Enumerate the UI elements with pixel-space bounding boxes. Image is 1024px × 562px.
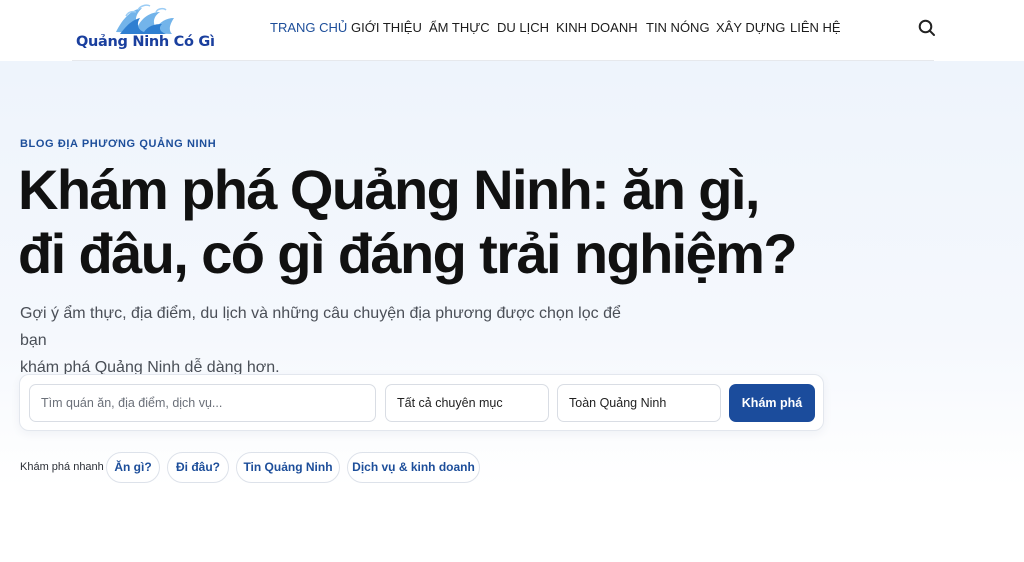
nav-item-du-lich[interactable]: DU LỊCH <box>497 20 549 35</box>
search-panel: Tất cả chuyên mục Toàn Quảng Ninh Khám p… <box>19 374 824 431</box>
search-input[interactable] <box>29 384 376 422</box>
area-select[interactable]: Toàn Quảng Ninh <box>557 384 721 422</box>
logo-text: Quảng Ninh Có Gì <box>76 34 215 50</box>
chip-dich-vu-kinh-doanh[interactable]: Dịch vụ & kinh doanh <box>347 452 480 483</box>
hero-headline-line-1: Khám phá Quảng Ninh: ăn gì, <box>18 158 760 221</box>
site-logo[interactable]: Quảng Ninh Có Gì <box>76 2 218 54</box>
wave-logo-icon <box>116 4 174 34</box>
hero-kicker: BLOG ĐỊA PHƯƠNG QUẢNG NINH <box>20 138 217 150</box>
nav-item-trang-chu[interactable]: TRANG CHỦ <box>270 20 347 35</box>
hero-lead: Gợi ý ẩm thực, địa điểm, du lịch và nhữn… <box>20 300 640 381</box>
header-search-button[interactable] <box>917 18 937 38</box>
nav-item-tin-nong[interactable]: TIN NÓNG <box>646 20 710 35</box>
quick-explore-label: Khám phá nhanh <box>20 461 104 473</box>
chip-an-gi[interactable]: Ăn gì? <box>106 452 160 483</box>
category-select[interactable]: Tất cả chuyên mục <box>385 384 549 422</box>
site-header: Quảng Ninh Có Gì TRANG CHỦ GIỚI THIỆU ẨM… <box>0 0 1024 60</box>
nav-item-am-thuc[interactable]: ẨM THỰC <box>429 20 490 35</box>
nav-item-gioi-thieu[interactable]: GIỚI THIỆU <box>351 20 422 35</box>
chip-tin-quang-ninh[interactable]: Tin Quảng Ninh <box>236 452 340 483</box>
hero-lead-line-1: Gợi ý ẩm thực, địa điểm, du lịch và nhữn… <box>20 305 621 349</box>
nav-item-kinh-doanh[interactable]: KINH DOANH <box>556 20 638 35</box>
hero-headline-line-2: đi đâu, có gì đáng trải nghiệm? <box>18 222 798 285</box>
explore-button[interactable]: Khám phá <box>729 384 815 422</box>
search-icon <box>918 19 935 36</box>
nav-item-xay-dung[interactable]: XÂY DỰNG <box>716 20 785 35</box>
hero-headline: Khám phá Quảng Ninh: ăn gì, đi đâu, có g… <box>18 158 838 286</box>
chip-di-dau[interactable]: Đi đâu? <box>167 452 229 483</box>
nav-item-lien-he[interactable]: LIÊN HỆ <box>790 20 841 35</box>
